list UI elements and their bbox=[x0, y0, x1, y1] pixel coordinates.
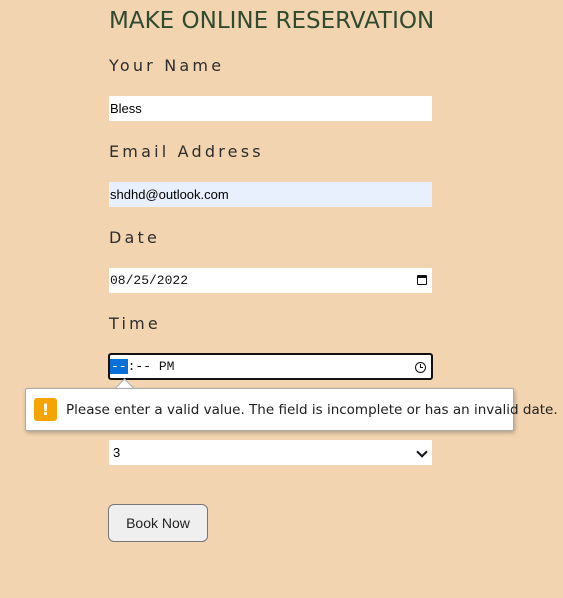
email-input[interactable]: shdhd@outlook.com bbox=[109, 182, 432, 207]
date-input-value: 08/25/2022 bbox=[110, 273, 189, 288]
validation-tooltip: ! Please enter a valid value. The field … bbox=[25, 388, 558, 431]
warning-icon: ! bbox=[34, 398, 57, 421]
page-title: MAKE ONLINE RESERVATION bbox=[109, 8, 435, 34]
name-label: Your Name bbox=[109, 56, 225, 75]
chevron-down-icon bbox=[416, 446, 428, 458]
guests-select[interactable]: 3 bbox=[109, 440, 432, 465]
clock-icon[interactable] bbox=[415, 362, 426, 373]
reservation-page: MAKE ONLINE RESERVATION Your Name Bless … bbox=[0, 0, 563, 598]
name-input[interactable]: Bless bbox=[109, 96, 432, 121]
time-label: Time bbox=[109, 314, 161, 333]
guests-select-value: 3 bbox=[113, 445, 121, 460]
book-now-button[interactable]: Book Now bbox=[108, 504, 208, 542]
validation-message: Please enter a valid value. The field is… bbox=[66, 401, 558, 418]
time-rest-segments[interactable]: :-- PM bbox=[128, 359, 175, 374]
calendar-icon[interactable] bbox=[417, 275, 427, 285]
date-input[interactable]: 08/25/2022 bbox=[109, 268, 432, 293]
time-hour-segment[interactable]: -- bbox=[110, 359, 128, 374]
name-input-value: Bless bbox=[110, 101, 142, 116]
time-input[interactable]: -- :-- PM bbox=[108, 353, 433, 380]
email-input-value: shdhd@outlook.com bbox=[110, 187, 229, 202]
email-label: Email Address bbox=[109, 142, 264, 161]
date-label: Date bbox=[109, 228, 161, 247]
